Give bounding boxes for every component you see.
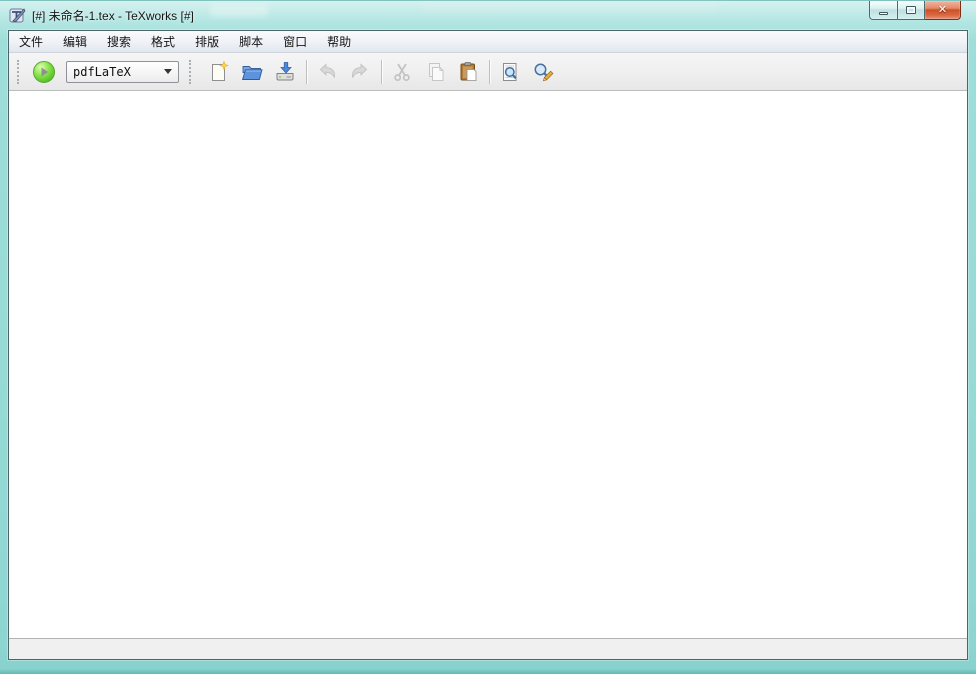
typeset-button[interactable] [31,59,57,85]
typeset-format-value: pdfLaTeX [73,65,160,79]
title-bar[interactable]: [#] 未命名-1.tex - TeXworks [#] ✕ [0,1,976,30]
toolbar-separator [306,60,307,84]
texworks-logo-icon [9,7,26,24]
save-icon [273,60,297,84]
menu-item-edit[interactable]: 编辑 [53,31,97,52]
maximize-icon [906,6,916,14]
menu-item-file[interactable]: 文件 [9,31,53,52]
toolbar: pdfLaTeX [9,53,967,91]
close-icon: ✕ [938,5,947,16]
texworks-window: [#] 未命名-1.tex - TeXworks [#] ✕ 文件 编辑 搜索 … [0,0,976,674]
cut-button[interactable] [388,58,416,86]
open-folder-icon [240,60,264,84]
menu-item-help[interactable]: 帮助 [317,31,361,52]
maximize-button[interactable] [897,1,925,20]
minimize-button[interactable] [869,1,897,20]
toolbar-separator [489,60,490,84]
typeset-play-icon [31,59,57,85]
open-document-button[interactable] [238,58,266,86]
redo-button[interactable] [346,58,374,86]
replace-button[interactable] [529,58,557,86]
menu-item-search[interactable]: 搜索 [97,31,141,52]
menu-item-format[interactable]: 格式 [141,31,185,52]
cut-icon [390,60,414,84]
new-document-button[interactable] [205,58,233,86]
copy-icon [423,60,447,84]
menu-item-window[interactable]: 窗口 [273,31,317,52]
save-button[interactable] [271,58,299,86]
find-icon [498,60,522,84]
paste-icon [456,60,480,84]
menu-item-typeset[interactable]: 排版 [185,31,229,52]
toolbar-drag-handle[interactable] [189,60,193,84]
toolbar-separator [381,60,382,84]
replace-icon [531,60,555,84]
window-frame-bottom-edge [0,669,976,674]
find-button[interactable] [496,58,524,86]
close-button[interactable]: ✕ [925,1,961,20]
new-document-icon [207,60,231,84]
editor-area[interactable] [9,91,967,638]
copy-button[interactable] [421,58,449,86]
paste-button[interactable] [454,58,482,86]
window-controls: ✕ [869,1,961,20]
undo-button[interactable] [313,58,341,86]
undo-icon [315,60,339,84]
minimize-icon [879,12,888,15]
redo-icon [348,60,372,84]
window-title: [#] 未命名-1.tex - TeXworks [#] [32,7,194,24]
toolbar-drag-handle[interactable] [17,60,21,84]
chevron-down-icon [164,69,172,74]
client-area: 文件 编辑 搜索 格式 排版 脚本 窗口 帮助 [8,30,968,660]
menu-bar: 文件 编辑 搜索 格式 排版 脚本 窗口 帮助 [9,31,967,53]
menu-item-script[interactable]: 脚本 [229,31,273,52]
typeset-format-dropdown[interactable]: pdfLaTeX [66,61,179,83]
status-bar [9,638,967,659]
